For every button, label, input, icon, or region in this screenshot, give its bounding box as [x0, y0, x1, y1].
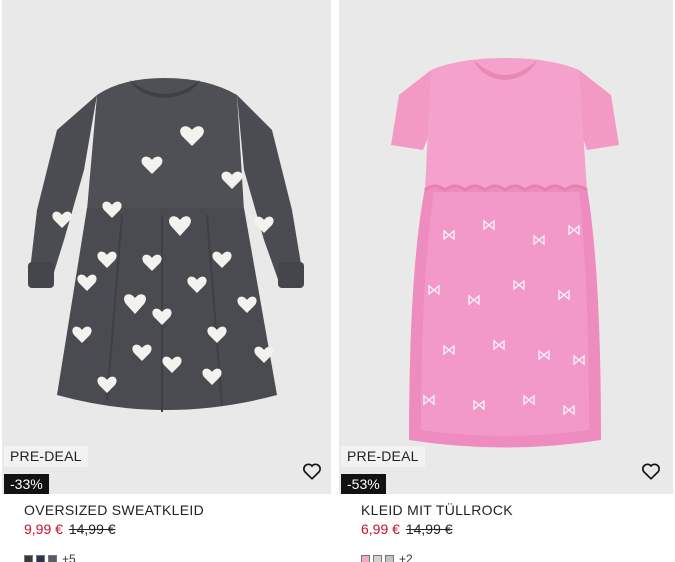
product-image[interactable]: PRE-DEAL -53%	[339, 0, 673, 494]
price-row: 9,99 € 14,99 €	[24, 521, 204, 538]
more-colors-count[interactable]: +5	[62, 552, 76, 562]
color-swatch[interactable]	[361, 554, 370, 562]
product-title[interactable]: OVERSIZED SWEATKLEID	[24, 502, 204, 519]
pink-tulle-dress-image	[339, 0, 673, 494]
original-price: 14,99 €	[405, 521, 453, 537]
color-swatch[interactable]	[385, 554, 394, 562]
discount-badge: -33%	[4, 474, 49, 494]
heart-outline-icon[interactable]	[301, 460, 323, 482]
heart-outline-icon[interactable]	[640, 460, 662, 482]
color-swatch[interactable]	[48, 554, 57, 562]
color-swatch[interactable]	[24, 554, 33, 562]
product-title[interactable]: KLEID MIT TÜLLROCK	[361, 502, 513, 519]
discount-badge: -53%	[341, 474, 386, 494]
color-swatch[interactable]	[373, 554, 382, 562]
price-row: 6,99 € 14,99 €	[361, 521, 513, 538]
sale-price: 6,99 €	[361, 521, 400, 537]
color-swatch[interactable]	[36, 554, 45, 562]
product-card[interactable]: PRE-DEAL -53% KLEID MIT TÜLLROCK 6,99 € …	[339, 0, 673, 562]
product-info: OVERSIZED SWEATKLEID 9,99 € 14,99 € +5	[24, 502, 204, 562]
pre-deal-badge: PRE-DEAL	[341, 446, 425, 467]
product-image[interactable]: PRE-DEAL -33%	[2, 0, 331, 494]
color-swatches: +2	[361, 552, 513, 562]
product-info: KLEID MIT TÜLLROCK 6,99 € 14,99 € +2	[361, 502, 513, 562]
dark-heart-dress-image	[2, 0, 331, 494]
original-price: 14,99 €	[68, 521, 116, 537]
pre-deal-badge: PRE-DEAL	[4, 446, 88, 467]
sale-price: 9,99 €	[24, 521, 63, 537]
product-card[interactable]: PRE-DEAL -33% OVERSIZED SWEATKLEID 9,99 …	[2, 0, 331, 562]
color-swatches: +5	[24, 552, 204, 562]
more-colors-count[interactable]: +2	[399, 552, 413, 562]
product-grid: PRE-DEAL -33% OVERSIZED SWEATKLEID 9,99 …	[0, 0, 675, 562]
